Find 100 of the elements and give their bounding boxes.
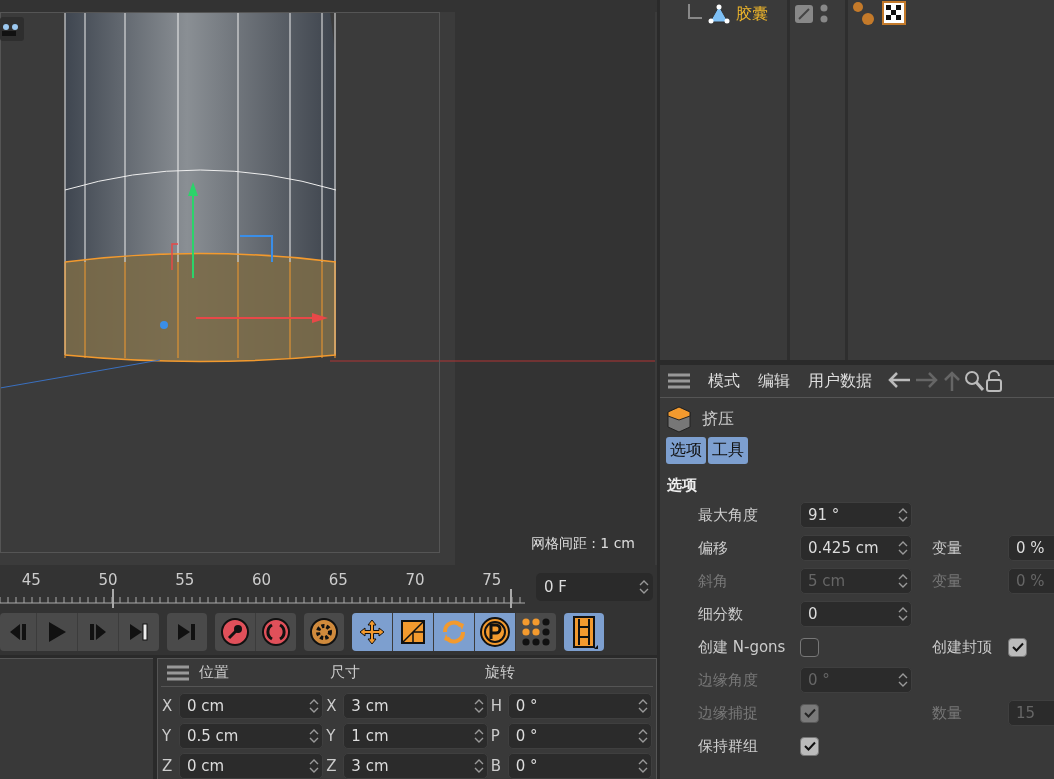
number-field[interactable]: 0 % — [1008, 535, 1054, 561]
film-icon — [570, 614, 598, 649]
spinner-icon[interactable] — [309, 727, 320, 745]
spinner-icon[interactable] — [473, 757, 484, 775]
column-header: 旋转 — [485, 663, 516, 682]
edit-toggle-icon[interactable] — [794, 4, 814, 24]
menu-item[interactable]: 用户数据 — [808, 370, 872, 392]
coordinate-field[interactable]: 0 ° — [507, 693, 652, 719]
frame-number: 65 — [327, 571, 349, 589]
lock-icon[interactable] — [986, 370, 1002, 392]
tab[interactable]: 选项 — [666, 437, 706, 464]
coordinate-field[interactable]: 0 cm — [179, 753, 324, 779]
visibility-dots-icon[interactable] — [820, 4, 828, 24]
field-label: 数量 — [932, 703, 962, 723]
timeline-ruler[interactable]: 45 50 55 60 65 70 75 — [0, 565, 530, 608]
checkbox-label: 创建封顶 — [932, 637, 992, 657]
coordinate-field[interactable]: 0 ° — [507, 723, 652, 749]
auto-key-button[interactable] — [256, 612, 296, 651]
axis-label: Z — [326, 757, 338, 775]
param-button[interactable] — [475, 612, 515, 651]
previous-key-icon — [8, 621, 28, 642]
field-label: 变量 — [932, 538, 962, 558]
film-button[interactable] — [564, 612, 604, 651]
checkmark-icon — [803, 741, 816, 751]
auto-key-icon — [261, 616, 291, 647]
gear-button[interactable] — [304, 612, 344, 651]
camera-icon[interactable] — [0, 17, 24, 41]
field-label: 边缘角度 — [698, 670, 758, 690]
field-label: 斜角 — [698, 571, 728, 591]
object-name[interactable]: 胶囊 — [736, 4, 768, 25]
goto-end-button[interactable] — [119, 612, 159, 651]
go-to-end-icon — [129, 621, 149, 642]
checkbox[interactable] — [800, 637, 819, 657]
play-icon — [47, 620, 67, 643]
spinner-icon[interactable] — [898, 539, 908, 557]
axis-label: X — [162, 697, 174, 715]
next-key-icon — [88, 621, 108, 642]
checkbox[interactable] — [1008, 637, 1027, 657]
frame-number: 55 — [174, 571, 196, 589]
field-label: 细分数 — [698, 604, 743, 624]
scale-button[interactable] — [393, 612, 433, 651]
section-heading: 选项 — [666, 475, 698, 496]
number-field[interactable]: 0.425 cm — [800, 535, 912, 561]
record-key-button[interactable] — [215, 612, 255, 651]
search-icon[interactable] — [964, 370, 984, 392]
field-label: 偏移 — [698, 538, 728, 558]
spinner-icon[interactable] — [898, 506, 908, 524]
field-label: 最大角度 — [698, 505, 758, 525]
spinner-icon[interactable] — [638, 697, 648, 715]
frame-field[interactable]: 0 F — [536, 572, 653, 601]
checkbox-label: 保持群组 — [698, 736, 758, 756]
column-header: 位置 — [199, 663, 229, 682]
menu-item[interactable]: 编辑 — [758, 370, 790, 392]
spinner-icon[interactable] — [638, 727, 648, 745]
coordinate-field[interactable]: 1 cm — [343, 723, 488, 749]
tree-line — [688, 4, 702, 20]
move-icon — [358, 617, 386, 646]
checkbox-label: 边缘捕捉 — [698, 703, 758, 723]
menu-icon[interactable] — [668, 373, 690, 389]
spinner-icon[interactable] — [473, 727, 484, 745]
spinner-icon[interactable] — [638, 757, 648, 775]
triangle-icon — [708, 4, 730, 24]
checker-tag-icon[interactable] — [882, 1, 906, 25]
axis-label: X — [326, 697, 338, 715]
spinner-icon[interactable] — [898, 605, 908, 623]
coordinate-field[interactable]: 3 cm — [343, 753, 488, 779]
points-button[interactable] — [516, 612, 556, 651]
frame-number: 70 — [404, 571, 426, 589]
settings-icon — [309, 616, 339, 647]
checkbox-label: 创建 N-gons — [698, 637, 786, 657]
points-icon — [521, 616, 551, 647]
coordinate-field[interactable]: 3 cm — [343, 693, 488, 719]
back-arrow-icon[interactable] — [886, 370, 912, 390]
object-title: 挤压 — [702, 408, 734, 430]
coordinate-field[interactable]: 0 ° — [507, 753, 652, 779]
frame-number: 45 — [20, 571, 42, 589]
cube-icon — [666, 405, 692, 433]
axis-label: Y — [326, 727, 337, 745]
axis-label: B — [490, 757, 502, 775]
coordinate-field[interactable]: 0.5 cm — [179, 723, 324, 749]
scale-icon — [400, 618, 426, 645]
move-button[interactable] — [352, 612, 392, 651]
axis-label: P — [490, 727, 501, 745]
tab[interactable]: 工具 — [708, 437, 748, 464]
menu-item[interactable]: 模式 — [708, 370, 740, 392]
column-header: 尺寸 — [330, 663, 361, 682]
checkmark-icon — [1011, 642, 1024, 652]
axis-label: Z — [162, 757, 174, 775]
frame-number: 50 — [97, 571, 119, 589]
number-field[interactable]: 0 — [800, 601, 912, 627]
spinner-icon[interactable] — [309, 697, 320, 715]
rotate-button[interactable] — [434, 612, 474, 651]
checkbox[interactable] — [800, 736, 819, 756]
coordinate-field[interactable]: 0 cm — [179, 693, 324, 719]
rotate-icon — [440, 617, 468, 646]
material-spheres-icon[interactable] — [852, 1, 876, 25]
number-field[interactable]: 91 ° — [800, 502, 912, 528]
spinner-icon[interactable] — [309, 757, 320, 775]
menu-icon[interactable] — [167, 664, 189, 681]
spinner-icon[interactable] — [473, 697, 484, 715]
